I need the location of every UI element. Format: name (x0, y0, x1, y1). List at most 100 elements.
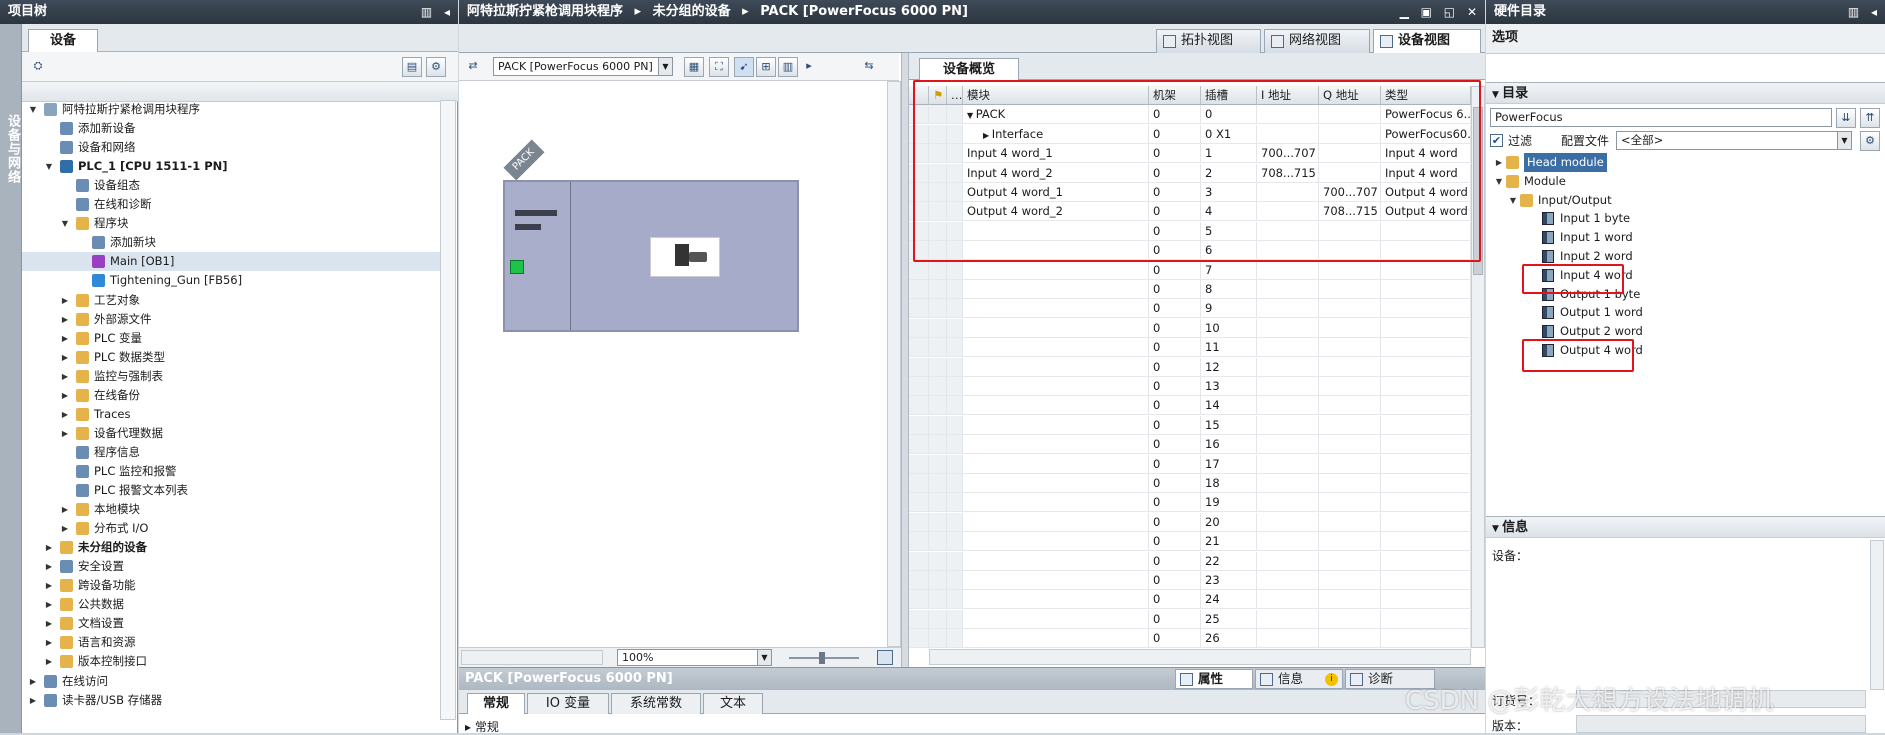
tree-item[interactable]: 添加新块 (22, 233, 454, 252)
table-row[interactable]: 0 20 (909, 512, 1471, 532)
tree-item[interactable]: ▶ 本地模块 (22, 500, 454, 519)
collapse-arrow-icon[interactable]: ▶ (60, 386, 70, 405)
table-row[interactable]: 0 15 (909, 415, 1471, 435)
tree-item[interactable]: ▶ 安全设置 (22, 557, 454, 576)
table-row[interactable]: 09 (909, 299, 1471, 319)
tree-item[interactable]: ▶ PLC 数据类型 (22, 348, 454, 367)
profile-settings-icon[interactable]: ⚙ (1860, 131, 1880, 151)
tree-item[interactable]: ▶ PLC 变量 (22, 329, 454, 348)
breadcrumb-device[interactable]: PACK [PowerFocus 6000 PN] (760, 4, 968, 19)
catalog-item[interactable]: Output 1 word (1486, 303, 1885, 322)
expand-arrow-icon[interactable]: ▼ (44, 157, 54, 176)
table-row[interactable]: 0 17 (909, 454, 1471, 474)
profile-select[interactable]: <全部> ▼ (1616, 131, 1852, 150)
catalog-search-input[interactable]: PowerFocus (1490, 108, 1832, 127)
info-vertical-scrollbar[interactable] (1870, 540, 1884, 690)
tree-view-toggle-icon[interactable]: ▤ (402, 57, 422, 77)
tree-item[interactable]: ▶ 文档设置 (22, 614, 454, 633)
catalog-item[interactable]: Input 1 word (1486, 228, 1885, 247)
rack-head-module[interactable] (505, 182, 571, 330)
tree-tool-icon[interactable]: ⛭ (28, 57, 48, 77)
collapse-arrow-icon[interactable]: ▶ (60, 329, 70, 348)
tree-item[interactable]: ▶ 版本控制接口 (22, 652, 454, 671)
table-row[interactable]: 08 (909, 280, 1471, 299)
tree-item[interactable]: ▼ 程序块 (22, 214, 454, 233)
collapse-arrow-icon[interactable]: ▶ (60, 291, 70, 310)
tab-device-view[interactable]: 设备视图 (1373, 29, 1481, 53)
network-tool-icon[interactable]: ⛶ (709, 57, 729, 77)
tab-network-view[interactable]: 网络视图 (1264, 29, 1370, 53)
collapse-arrow-icon[interactable]: ▶ (60, 500, 70, 519)
table-row[interactable]: 0 22 (909, 551, 1471, 571)
tree-item[interactable]: 程序信息 (22, 443, 454, 462)
collapse-arrow-icon[interactable]: ▶ (44, 652, 54, 671)
table-row[interactable]: 0 13 (909, 377, 1471, 396)
zoom-slider-handle[interactable] (819, 652, 825, 664)
tree-item[interactable]: Tightening_Gun [FB56] (22, 271, 454, 290)
device-rack[interactable] (503, 180, 799, 332)
collapse-arrow-icon[interactable]: ▶ (60, 310, 70, 329)
search-up-icon[interactable]: ⇈ (1860, 108, 1880, 128)
tree-item[interactable]: ▼ 阿特拉斯拧紧枪调用块程序 (22, 100, 454, 119)
table-row[interactable]: 0 12 (909, 357, 1471, 377)
pointer-icon[interactable]: ➹ (734, 57, 754, 77)
collapse-arrow-icon[interactable]: ▶ (44, 576, 54, 595)
tree-item[interactable]: ▶ 监控与强制表 (22, 367, 454, 386)
table-row[interactable]: 0 23 (909, 571, 1471, 590)
device-select[interactable]: PACK [PowerFocus 6000 PN] ▼ (493, 57, 673, 76)
tree-item[interactable]: ▶ 在线访问 (22, 672, 454, 691)
inspector-tab-io-tags[interactable]: IO 变量 (527, 693, 609, 714)
catalog-item[interactable]: Input 1 byte (1486, 209, 1885, 228)
catalog-section-header[interactable]: ▼ 目录 (1486, 82, 1885, 104)
tree-item[interactable]: 设备和网络 (22, 138, 454, 157)
overview-horizontal-scrollbar[interactable] (929, 649, 1471, 665)
tree-item[interactable]: ▶ 语言和资源 (22, 633, 454, 652)
expand-arrow-icon[interactable]: ▼ (1508, 191, 1518, 210)
catalog-window-controls[interactable]: ▥ ◂ (1848, 0, 1881, 24)
catalog-item[interactable]: ▼ Input/Output (1486, 191, 1885, 210)
tree-item[interactable]: ▶ 分布式 I/O (22, 519, 454, 538)
table-row[interactable]: 0 26 (909, 629, 1471, 648)
inspector-btn-properties[interactable]: 属性 (1175, 669, 1253, 689)
table-icon[interactable]: ⊞ (756, 57, 776, 77)
catalog-item[interactable]: ▼ Module (1486, 172, 1885, 191)
table-row[interactable]: 0 16 (909, 435, 1471, 455)
inspector-section-general[interactable]: ▸ 常规 (465, 718, 499, 735)
tree-item[interactable]: PLC 报警文本列表 (22, 481, 454, 500)
search-down-icon[interactable]: ⇊ (1836, 108, 1856, 128)
table-row[interactable]: 0 21 (909, 532, 1471, 552)
filter-checkbox[interactable]: ✔ (1490, 134, 1503, 147)
tree-options-icon[interactable]: ⚙ (426, 57, 446, 77)
table-row[interactable]: 0 24 (909, 590, 1471, 610)
tree-item[interactable]: ▶ Traces (22, 405, 454, 424)
side-tab-devices-networks[interactable]: 设备与网络 (0, 24, 22, 733)
tree-item[interactable]: Main [OB1] (22, 252, 454, 272)
collapse-arrow-icon[interactable]: ▶ (1494, 153, 1504, 172)
panel-window-controls[interactable]: ▥ ◂ (421, 0, 454, 24)
view-option-icon[interactable]: ⇆ (859, 57, 879, 77)
table-row[interactable]: 07 (909, 260, 1471, 280)
tree-item[interactable]: ▶ 读卡器/USB 存储器 (22, 691, 454, 710)
expand-arrow-icon[interactable]: ▼ (60, 214, 70, 233)
collapse-arrow-icon[interactable]: ▶ (60, 405, 70, 424)
inspector-tab-texts[interactable]: 文本 (703, 693, 763, 714)
tree-item[interactable]: ▶ 公共数据 (22, 595, 454, 614)
collapse-arrow-icon[interactable]: ▶ (28, 691, 38, 710)
tree-item[interactable]: 在线和诊断 (22, 195, 454, 214)
tree-item[interactable]: PLC 监控和报警 (22, 462, 454, 481)
zoom-select[interactable]: 100% ▼ (617, 649, 772, 666)
collapse-arrow-icon[interactable]: ▶ (60, 519, 70, 538)
tab-topology-view[interactable]: 拓扑视图 (1156, 29, 1261, 53)
overview-nav-icon[interactable] (877, 650, 893, 665)
canvas-vertical-scrollbar[interactable] (887, 81, 901, 647)
tree-item[interactable]: ▶ 未分组的设备 (22, 538, 454, 557)
table-row[interactable]: 0 14 (909, 396, 1471, 416)
editor-window-controls[interactable]: ▁ ▣ ◱ ✕ (1400, 0, 1481, 24)
device-canvas[interactable]: PACK (459, 81, 887, 647)
collapse-arrow-icon[interactable]: ▶ (60, 348, 70, 367)
breadcrumb-group[interactable]: 未分组的设备 (653, 4, 731, 19)
table-row[interactable]: 0 25 (909, 609, 1471, 629)
tree-item[interactable]: ▶ 跨设备功能 (22, 576, 454, 595)
expand-arrow-icon[interactable]: ▼ (28, 100, 38, 119)
table-row[interactable]: 0 18 (909, 474, 1471, 493)
